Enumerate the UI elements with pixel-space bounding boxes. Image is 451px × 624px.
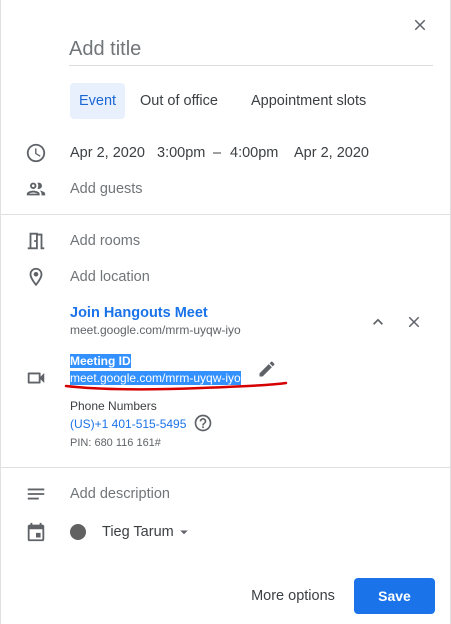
start-time[interactable]: 3:00pm	[157, 145, 205, 161]
video-camera-icon	[24, 366, 48, 390]
chevron-up-icon[interactable]	[366, 310, 390, 334]
event-dialog: Event Out of office Appointment slots Ap…	[0, 0, 451, 624]
add-rooms-field[interactable]: Add rooms	[70, 233, 140, 249]
tab-out-of-office[interactable]: Out of office	[131, 83, 227, 119]
calendar-color-dot	[70, 524, 86, 540]
add-guests-field[interactable]: Add guests	[70, 181, 143, 197]
divider	[1, 214, 451, 215]
help-icon[interactable]	[191, 411, 215, 435]
dropdown-arrow-icon[interactable]	[172, 520, 196, 544]
time-separator: –	[213, 145, 222, 161]
remove-conference-icon[interactable]	[402, 310, 426, 334]
conference-url: meet.google.com/mrm-uyqw-iyo	[70, 323, 241, 337]
add-location-field[interactable]: Add location	[70, 269, 150, 285]
calendar-icon	[24, 520, 48, 544]
divider	[1, 467, 451, 468]
tab-appointment-slots[interactable]: Appointment slots	[242, 83, 375, 119]
more-options-button[interactable]: More options	[241, 578, 345, 614]
save-button[interactable]: Save	[354, 578, 435, 614]
location-pin-icon	[24, 265, 48, 289]
calendar-owner-select[interactable]: Tieg Tarum	[102, 524, 174, 540]
join-hangouts-link[interactable]: Join Hangouts Meet	[70, 305, 208, 321]
add-description-field[interactable]: Add description	[70, 486, 170, 502]
pin-text: PIN: 680 116 161#	[70, 437, 161, 449]
red-underline-annotation	[64, 381, 288, 391]
people-icon	[24, 177, 48, 201]
phone-numbers-label: Phone Numbers	[70, 399, 157, 413]
title-input[interactable]	[69, 34, 433, 66]
notes-icon	[24, 482, 48, 506]
end-date[interactable]: Apr 2, 2020	[294, 145, 369, 161]
phone-number-link[interactable]: (US)+1 401-515-5495	[70, 417, 186, 431]
tab-event[interactable]: Event	[70, 83, 126, 119]
close-icon	[414, 19, 426, 31]
start-date[interactable]: Apr 2, 2020	[70, 145, 145, 161]
door-icon	[24, 229, 48, 253]
clock-icon	[24, 141, 48, 165]
end-time[interactable]: 4:00pm	[230, 145, 278, 161]
meeting-id-label: Meeting ID	[70, 354, 131, 368]
